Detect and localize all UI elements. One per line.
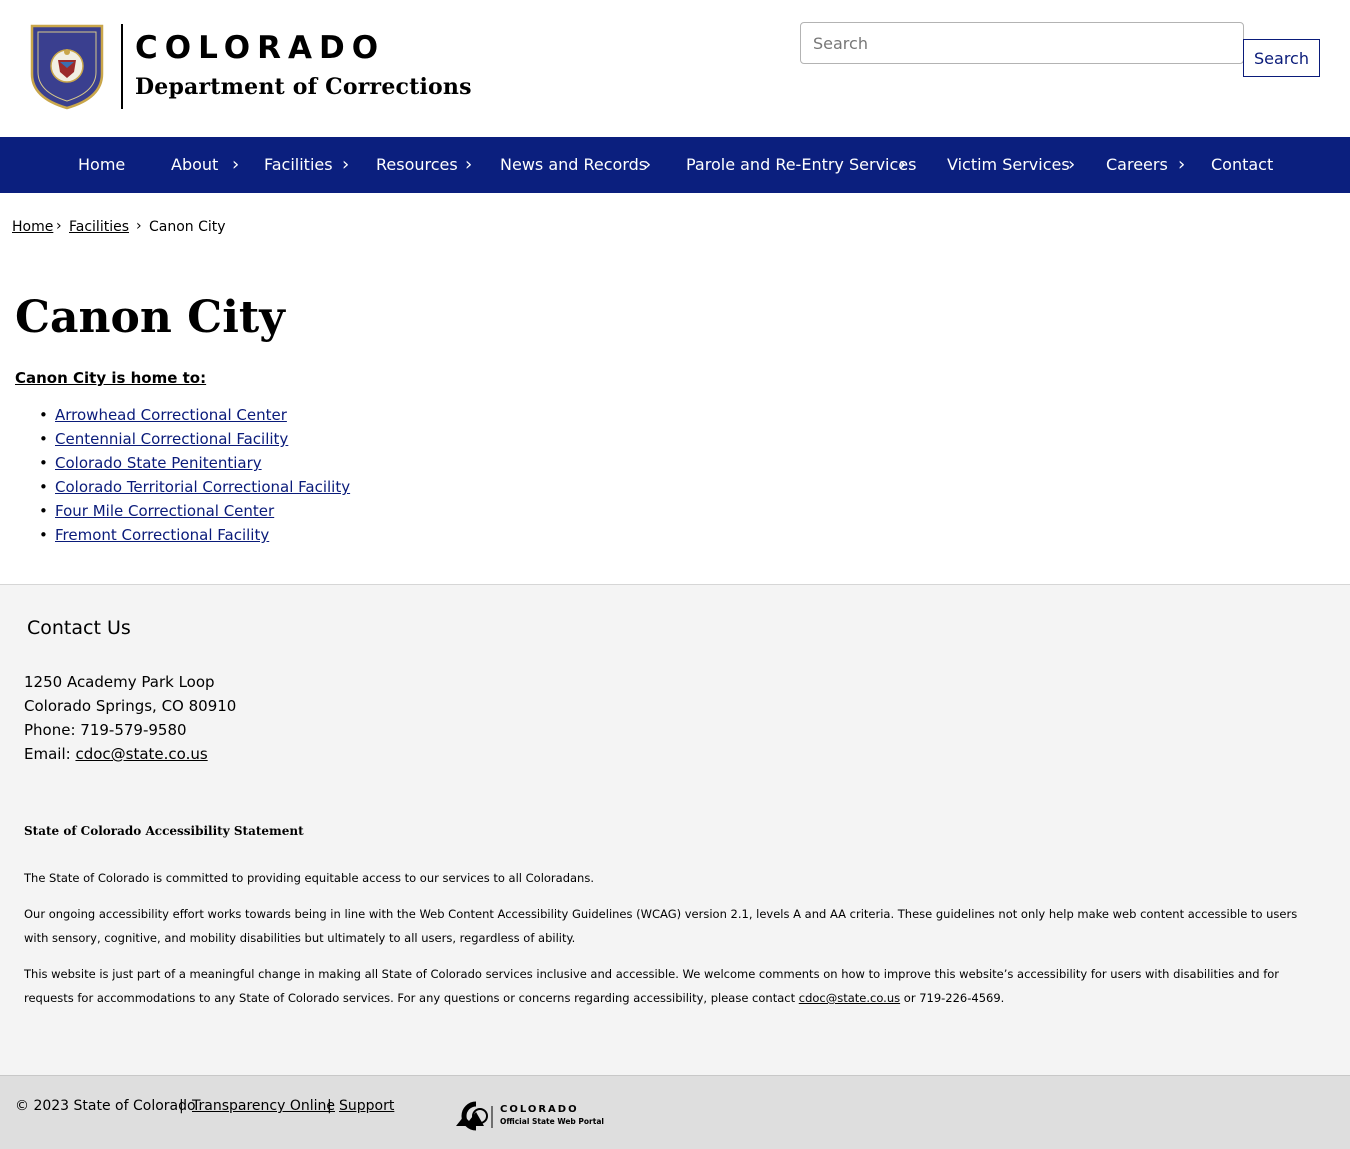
footer-separator: | — [179, 1098, 184, 1114]
nav-item-contact[interactable]: Contact — [1211, 137, 1273, 193]
facility-link-arrowhead[interactable]: Arrowhead Correctional Center — [55, 406, 287, 424]
email-label: Email: — [24, 745, 71, 763]
chevron-right-icon[interactable]: › — [899, 137, 906, 193]
chevron-right-icon[interactable]: › — [465, 137, 472, 193]
accessibility-p3-phone: or 719-226-4569. — [903, 991, 1005, 1005]
list-item: Four Mile Correctional Center — [39, 501, 350, 525]
contact-section: Contact Us 1250 Academy Park Loop Colora… — [0, 584, 1350, 1075]
copyright: © 2023 State of Colorado — [15, 1098, 196, 1114]
accessibility-p3-text: This website is just part of a meaningfu… — [24, 967, 1280, 1005]
breadcrumb-home-link[interactable]: Home — [12, 219, 53, 235]
address-line-2: Colorado Springs, CO 80910 — [24, 697, 237, 715]
transparency-online-link[interactable]: Transparency Online — [192, 1098, 335, 1114]
main-nav: Home About › Facilities › Resources › Ne… — [0, 137, 1350, 193]
list-item: Fremont Correctional Facility — [39, 525, 350, 549]
nav-item-facilities[interactable]: Facilities — [264, 137, 333, 193]
cdoc-seal-logo[interactable] — [28, 22, 106, 110]
email-row: Email: cdoc@state.co.us — [24, 745, 208, 763]
phone-number: Phone: 719-579-9580 — [24, 721, 187, 739]
email-link[interactable]: cdoc@state.co.us — [75, 745, 207, 763]
breadcrumb-current: Canon City — [149, 219, 226, 235]
portal-name: COLORADO — [500, 1104, 579, 1115]
facility-link-centennial[interactable]: Centennial Correctional Facility — [55, 430, 288, 448]
accessibility-title: State of Colorado Accessibility Statemen… — [24, 824, 304, 838]
address-line-1: 1250 Academy Park Loop — [24, 673, 215, 691]
colorado-portal-logo[interactable]: COLORADO Official State Web Portal — [454, 1100, 604, 1132]
nav-item-parole-reentry[interactable]: Parole and Re-Entry Services — [686, 137, 916, 193]
facility-link-territorial[interactable]: Colorado Territorial Correctional Facili… — [55, 478, 350, 496]
search-button[interactable]: Search — [1243, 39, 1320, 77]
nav-item-about[interactable]: About — [171, 137, 218, 193]
nav-underline — [53, 192, 1297, 193]
facility-link-four-mile[interactable]: Four Mile Correctional Center — [55, 502, 274, 520]
colorado-c-icon — [456, 1101, 493, 1131]
site-header: COLORADO Department of Corrections Searc… — [0, 0, 1350, 137]
breadcrumb-separator: › — [56, 218, 62, 234]
accessibility-paragraph-3: This website is just part of a meaningfu… — [24, 962, 1314, 1010]
list-item: Centennial Correctional Facility — [39, 429, 350, 453]
accessibility-email-link[interactable]: cdoc@state.co.us — [799, 991, 900, 1005]
logo-department-name[interactable]: Department of Corrections — [135, 74, 472, 100]
facility-link-state-penitentiary[interactable]: Colorado State Penitentiary — [55, 454, 262, 472]
chevron-right-icon[interactable]: › — [1068, 137, 1075, 193]
chevron-right-icon[interactable]: › — [232, 137, 239, 193]
accessibility-paragraph-1: The State of Colorado is committed to pr… — [24, 871, 594, 885]
list-item: Colorado Territorial Correctional Facili… — [39, 477, 350, 501]
chevron-right-icon[interactable]: › — [342, 137, 349, 193]
nav-item-resources[interactable]: Resources — [376, 137, 458, 193]
chevron-right-icon[interactable]: › — [644, 137, 651, 193]
logo-state-name[interactable]: COLORADO — [135, 30, 385, 66]
breadcrumb-separator: › — [136, 218, 142, 234]
nav-item-victim-services[interactable]: Victim Services — [947, 137, 1070, 193]
chevron-right-icon[interactable]: › — [1178, 137, 1185, 193]
accessibility-paragraph-2: Our ongoing accessibility effort works t… — [24, 907, 1298, 945]
facility-link-fremont[interactable]: Fremont Correctional Facility — [55, 526, 269, 544]
search-input[interactable] — [800, 22, 1244, 64]
portal-subtitle: Official State Web Portal — [500, 1117, 604, 1126]
nav-item-home[interactable]: Home — [78, 137, 125, 193]
facilities-intro: Canon City is home to: — [15, 369, 207, 387]
site-footer: © 2023 State of Colorado | Transparency … — [0, 1075, 1350, 1149]
list-item: Colorado State Penitentiary — [39, 453, 350, 477]
breadcrumb-facilities-link[interactable]: Facilities — [69, 219, 129, 235]
logo-divider — [121, 24, 123, 109]
page-title: Canon City — [15, 292, 285, 343]
facilities-list: Arrowhead Correctional Center Centennial… — [39, 405, 350, 549]
contact-title: Contact Us — [27, 617, 131, 639]
support-link[interactable]: Support — [339, 1098, 394, 1114]
footer-separator: | — [327, 1098, 332, 1114]
nav-item-news-and-records[interactable]: News and Records — [500, 137, 647, 193]
list-item: Arrowhead Correctional Center — [39, 405, 350, 429]
nav-item-careers[interactable]: Careers — [1106, 137, 1168, 193]
